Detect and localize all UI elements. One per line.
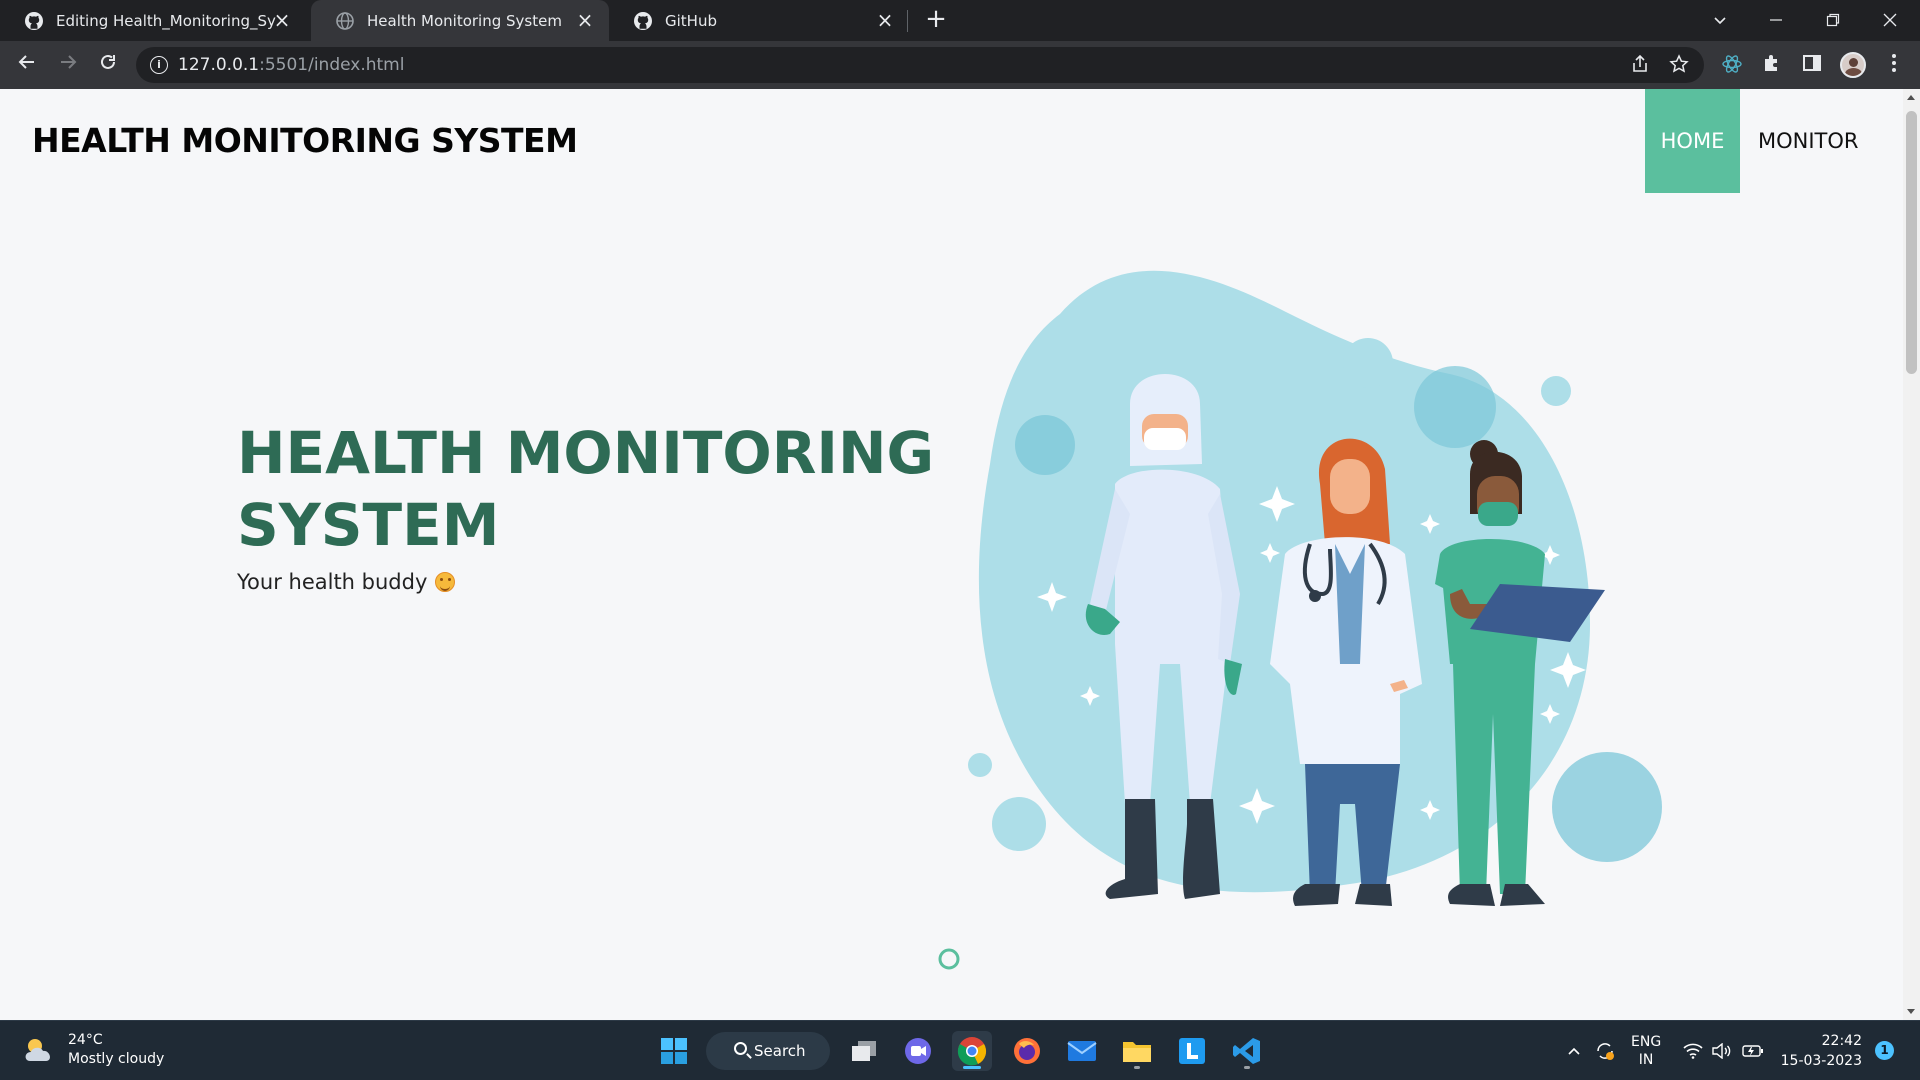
firefox-icon bbox=[1014, 1038, 1040, 1064]
chevron-down-icon bbox=[1714, 17, 1726, 25]
weather-widget[interactable]: 24°C Mostly cloudy bbox=[22, 1031, 164, 1069]
close-icon[interactable]: × bbox=[272, 10, 292, 30]
vscode-taskbar-button[interactable] bbox=[1227, 1031, 1267, 1071]
nav-home-link[interactable]: HOME bbox=[1645, 89, 1740, 193]
github-icon bbox=[633, 11, 653, 31]
hero-title-line2: SYSTEM bbox=[237, 491, 500, 559]
minimize-button[interactable] bbox=[1748, 0, 1804, 41]
site-info-icon[interactable]: i bbox=[150, 56, 168, 74]
arrow-left-icon bbox=[18, 55, 34, 69]
close-icon[interactable]: × bbox=[875, 10, 895, 30]
language-code: ENG bbox=[1631, 1034, 1662, 1050]
browser-toolbar: i 127.0.0.1:5501/index.html bbox=[0, 41, 1920, 89]
chrome-taskbar-button[interactable] bbox=[952, 1031, 992, 1071]
windows-logo-icon bbox=[661, 1038, 687, 1064]
page-scrollbar[interactable] bbox=[1903, 89, 1920, 1020]
url-text[interactable]: 127.0.0.1:5501/index.html bbox=[178, 55, 404, 75]
hero-subtitle-text: Your health buddy bbox=[237, 570, 428, 594]
smiling-face-emoji-icon bbox=[435, 572, 456, 592]
reload-button[interactable] bbox=[92, 49, 124, 81]
extensions-puzzle-icon[interactable] bbox=[1760, 53, 1784, 77]
url-host: 127.0.0.1 bbox=[178, 55, 260, 75]
clock-date: 15-03-2023 bbox=[1780, 1053, 1862, 1069]
clock-time: 22:42 bbox=[1821, 1033, 1862, 1049]
mail-icon bbox=[1067, 1041, 1097, 1061]
teams-chat-button[interactable] bbox=[898, 1031, 938, 1071]
extension-atom-icon[interactable] bbox=[1720, 53, 1744, 77]
scroll-up-icon[interactable] bbox=[1907, 95, 1915, 100]
weather-condition: Mostly cloudy bbox=[68, 1051, 165, 1067]
chrome-icon bbox=[957, 1037, 987, 1066]
restore-icon bbox=[1826, 13, 1840, 27]
nav-monitor-link[interactable]: MONITOR bbox=[1758, 89, 1859, 193]
tab-separator bbox=[907, 10, 908, 32]
page-viewport: HEALTH MONITORING SYSTEM HOME MONITOR HE… bbox=[0, 89, 1920, 1020]
volume-icon[interactable] bbox=[1712, 1021, 1732, 1080]
browser-tab-strip: Editing Health_Monitoring_Syster × Healt… bbox=[0, 0, 1920, 41]
medical-staff-illustration bbox=[938, 270, 1662, 970]
globe-icon bbox=[335, 11, 355, 31]
battery-icon[interactable] bbox=[1742, 1021, 1764, 1080]
restore-button[interactable] bbox=[1805, 0, 1861, 41]
scrollbar-thumb[interactable] bbox=[1906, 111, 1917, 374]
language-indicator[interactable]: ENG IN bbox=[1631, 1021, 1661, 1080]
hero-title-line1: HEALTH MONITORING bbox=[237, 419, 935, 487]
minimize-icon bbox=[1770, 19, 1782, 21]
close-icon[interactable]: × bbox=[575, 10, 595, 30]
tab-title: Editing Health_Monitoring_Syster bbox=[56, 11, 276, 30]
site-brand[interactable]: HEALTH MONITORING SYSTEM bbox=[32, 121, 578, 160]
tab-title: Health Monitoring System bbox=[367, 11, 562, 30]
vscode-icon bbox=[1233, 1038, 1260, 1064]
url-path: :5501/index.html bbox=[259, 55, 405, 75]
close-window-button[interactable] bbox=[1862, 0, 1918, 41]
task-view-button[interactable] bbox=[844, 1031, 884, 1071]
tab-search-button[interactable] bbox=[1692, 0, 1748, 41]
hero-subtitle: Your health buddy bbox=[237, 570, 456, 594]
task-view-icon bbox=[852, 1041, 876, 1061]
taskbar-search-button[interactable]: Search bbox=[706, 1032, 830, 1070]
windows-taskbar: 24°C Mostly cloudy Search ENG IN 22:42 1… bbox=[0, 1020, 1920, 1080]
sync-status-icon[interactable] bbox=[1594, 1021, 1616, 1080]
tab-editing-github[interactable]: Editing Health_Monitoring_Syster × bbox=[0, 0, 306, 41]
l-app-taskbar-button[interactable] bbox=[1172, 1031, 1212, 1071]
close-icon bbox=[1883, 13, 1897, 27]
weather-temperature: 24°C bbox=[68, 1032, 103, 1048]
hero-title: HEALTH MONITORING SYSTEM bbox=[237, 417, 937, 561]
cloudy-weather-icon bbox=[25, 1039, 50, 1061]
share-icon[interactable] bbox=[1629, 54, 1651, 76]
firefox-taskbar-button[interactable] bbox=[1007, 1031, 1047, 1071]
new-tab-button[interactable]: + bbox=[922, 6, 950, 34]
l-app-icon bbox=[1179, 1038, 1205, 1064]
back-button[interactable] bbox=[11, 49, 43, 81]
mail-taskbar-button[interactable] bbox=[1062, 1031, 1102, 1071]
tab-github[interactable]: GitHub × bbox=[609, 0, 909, 41]
bookmark-star-icon[interactable] bbox=[1668, 54, 1690, 76]
wifi-icon[interactable] bbox=[1683, 1021, 1703, 1080]
file-explorer-taskbar-button[interactable] bbox=[1117, 1031, 1157, 1071]
forward-button[interactable] bbox=[52, 49, 84, 81]
side-panel-icon[interactable] bbox=[1800, 53, 1824, 77]
running-app-indicator bbox=[1244, 1066, 1250, 1069]
tab-title: GitHub bbox=[665, 11, 717, 30]
address-bar[interactable]: i 127.0.0.1:5501/index.html bbox=[136, 47, 1704, 83]
notification-badge[interactable]: 1 bbox=[1875, 1041, 1894, 1060]
active-app-indicator bbox=[963, 1066, 981, 1069]
tray-overflow-chevron-icon[interactable] bbox=[1566, 1021, 1582, 1080]
reload-icon bbox=[101, 54, 115, 69]
github-icon bbox=[24, 11, 44, 31]
profile-avatar[interactable] bbox=[1840, 52, 1866, 78]
arrow-right-icon bbox=[61, 55, 77, 69]
folder-icon bbox=[1123, 1042, 1151, 1062]
tab-health-monitoring[interactable]: Health Monitoring System × bbox=[311, 0, 609, 41]
scroll-down-icon[interactable] bbox=[1907, 1009, 1915, 1014]
search-label: Search bbox=[754, 1042, 806, 1060]
teams-chat-icon bbox=[905, 1038, 931, 1064]
running-app-indicator bbox=[1134, 1066, 1140, 1069]
system-clock[interactable]: 22:42 15-03-2023 bbox=[1780, 1031, 1862, 1071]
start-button[interactable] bbox=[654, 1031, 694, 1071]
more-menu-icon[interactable] bbox=[1882, 53, 1906, 77]
search-icon bbox=[734, 1042, 747, 1055]
region-code: IN bbox=[1638, 1052, 1654, 1068]
